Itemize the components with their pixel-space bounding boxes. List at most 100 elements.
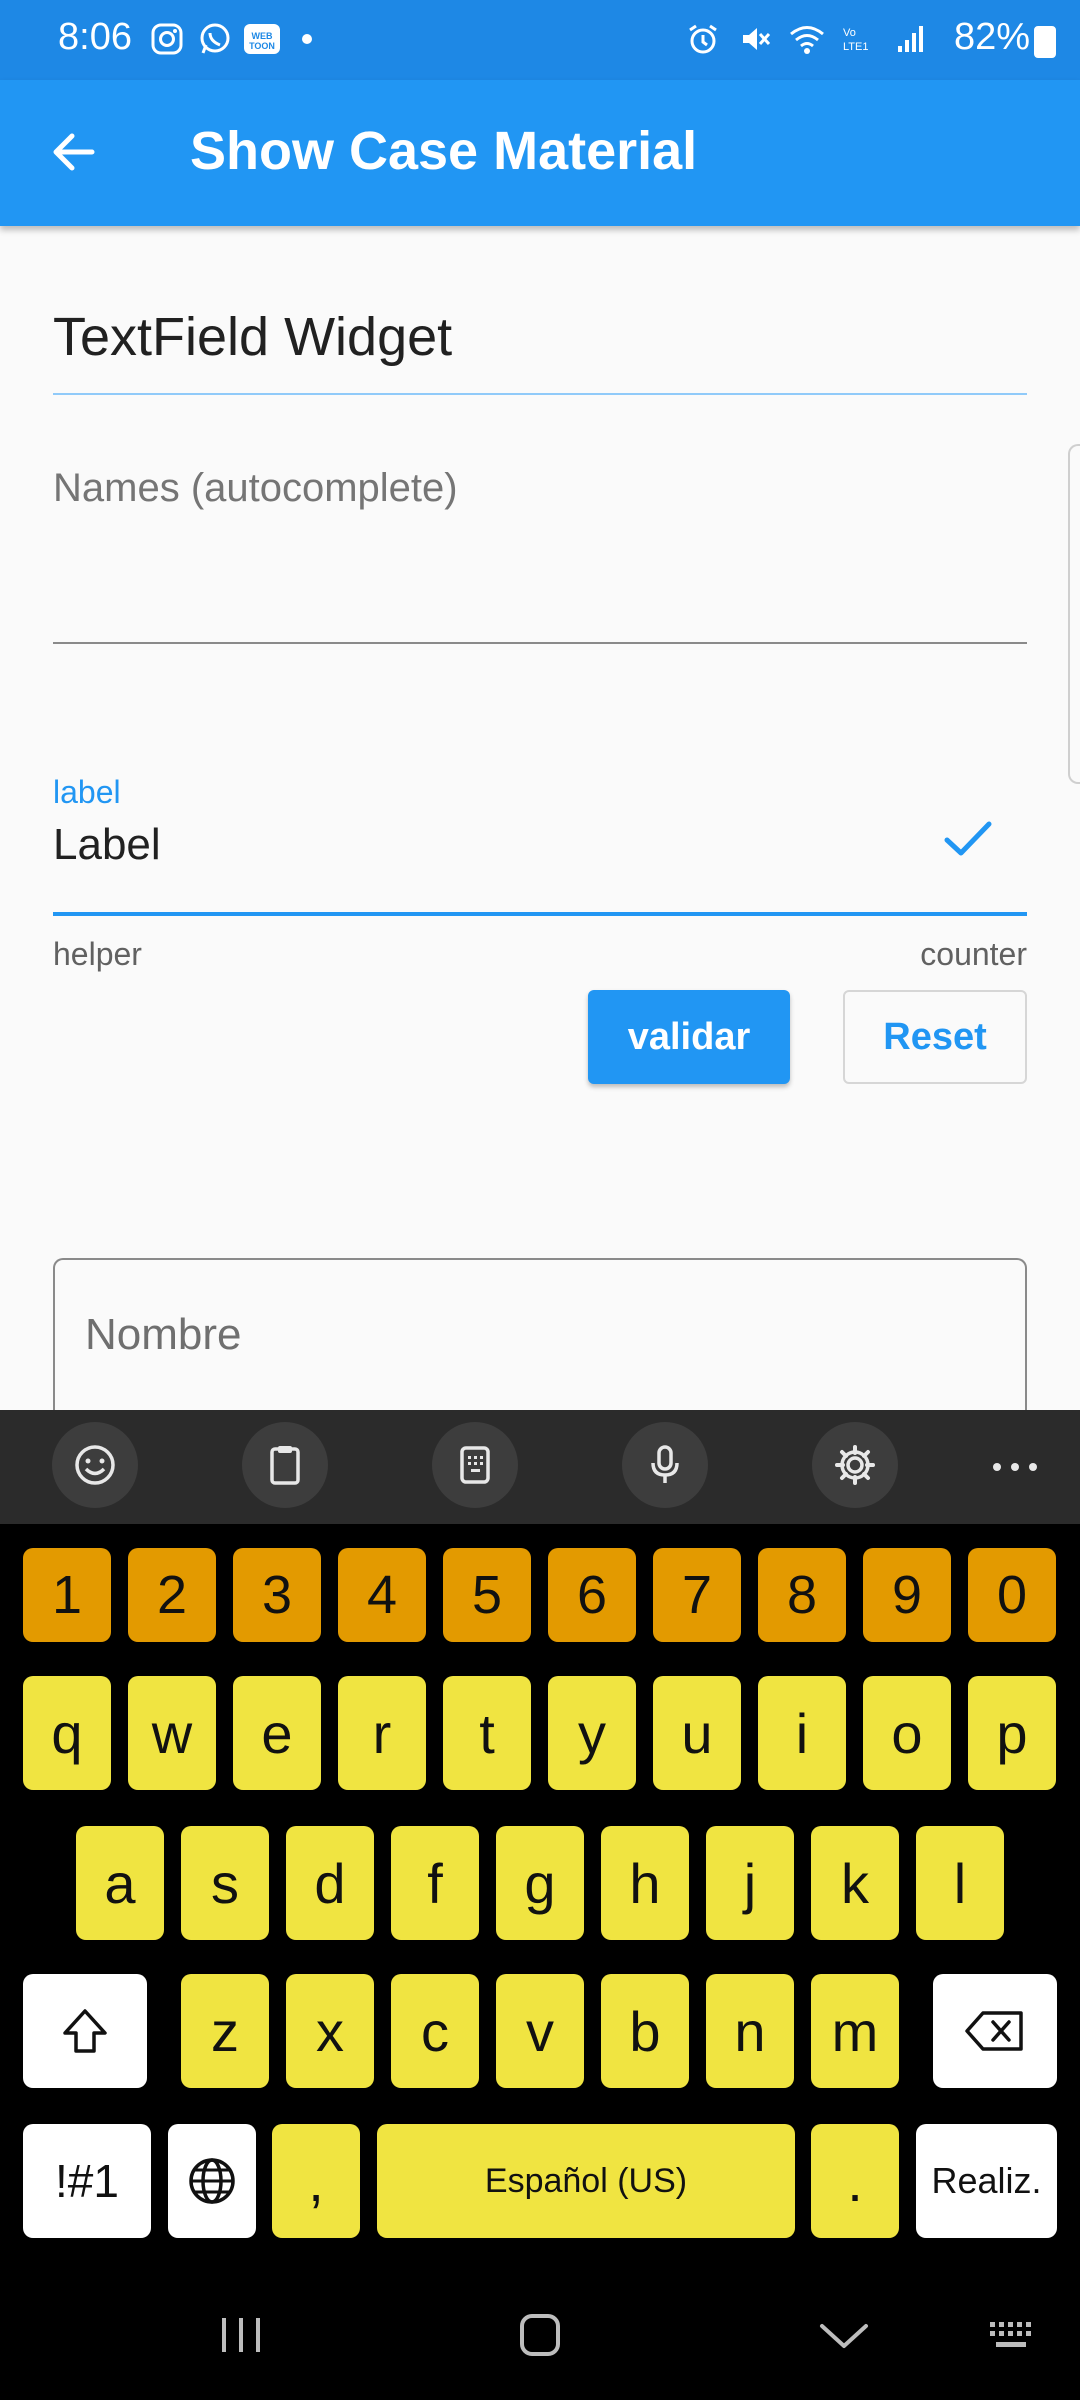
key-f[interactable]: f [391,1826,479,1940]
more-notifications-icon [302,34,312,44]
keyboard-hide-icon[interactable] [988,2320,1040,2352]
globe-icon [189,2158,235,2204]
backspace-key[interactable] [933,1974,1057,2088]
more-horizontal-icon [993,1463,1037,1471]
key-r[interactable]: r [338,1676,426,1790]
more-options-button[interactable] [980,1432,1050,1502]
status-time: 8:06 [58,16,132,58]
nombre-field[interactable]: Nombre [53,1258,1027,1418]
key-0[interactable]: 0 [968,1548,1056,1642]
key-5[interactable]: 5 [443,1548,531,1642]
validate-button[interactable]: validar [588,990,790,1084]
signal-icon [892,20,930,58]
keyboard-mode-button[interactable] [432,1422,518,1508]
app-bar: Show Case Material [0,80,1080,226]
clipboard-button[interactable] [242,1422,328,1508]
whatsapp-icon [196,20,234,58]
key-6[interactable]: 6 [548,1548,636,1642]
symbols-key[interactable]: !#1 [23,2124,151,2238]
key-2[interactable]: 2 [128,1548,216,1642]
key-3[interactable]: 3 [233,1548,321,1642]
check-icon [944,821,992,856]
back-nav-icon[interactable] [818,2320,870,2352]
key-v[interactable]: v [496,1974,584,2088]
names-autocomplete-field[interactable]: Names (autocomplete) [53,466,1027,644]
battery-percentage: 82% [953,16,1030,58]
key-o[interactable]: o [863,1676,951,1790]
key-p[interactable]: p [968,1676,1056,1790]
instagram-icon [148,20,186,58]
gear-icon [835,1445,875,1485]
names-placeholder: Names (autocomplete) [53,466,458,510]
key-l[interactable]: l [916,1826,1004,1940]
wifi-icon [788,20,826,58]
key-a[interactable]: a [76,1826,164,1940]
notification-icons: WEB TOON [148,20,312,58]
key-g[interactable]: g [496,1826,584,1940]
battery-icon [1034,26,1056,58]
voice-input-button[interactable] [622,1422,708,1508]
shift-key[interactable] [23,1974,147,2088]
section-title: TextField Widget [53,307,453,367]
key-m[interactable]: m [811,1974,899,2088]
scroll-indicator [1068,444,1080,784]
microphone-icon [651,1445,679,1483]
key-d[interactable]: d [286,1826,374,1940]
recent-apps-icon[interactable] [218,2314,264,2356]
shift-icon [63,2009,107,2053]
reset-button[interactable]: Reset [843,990,1027,1084]
helper-text: helper [53,936,142,972]
home-icon[interactable] [518,2312,562,2358]
key-t[interactable]: t [443,1676,531,1790]
comma-key[interactable]: , [272,2124,360,2238]
key-u[interactable]: u [653,1676,741,1790]
emoji-button[interactable] [52,1422,138,1508]
counter-text: counter [920,936,1027,972]
svg-text:Vo: Vo [843,27,856,39]
backspace-icon [965,2011,1023,2051]
language-key[interactable] [168,2124,256,2238]
clipboard-icon [270,1446,300,1485]
webtoon-icon: WEB TOON [244,24,280,54]
system-icons: Vo LTE1 [684,20,930,58]
key-z[interactable]: z [181,1974,269,2088]
key-9[interactable]: 9 [863,1548,951,1642]
divider [53,393,1027,395]
svg-text:LTE1: LTE1 [843,41,868,53]
keyboard-settings-button[interactable] [812,1422,898,1508]
nombre-placeholder: Nombre [85,1310,242,1359]
key-y[interactable]: y [548,1676,636,1790]
space-key[interactable]: Español (US) [377,2124,795,2238]
arrow-back-icon [53,133,95,171]
key-h[interactable]: h [601,1826,689,1940]
key-k[interactable]: k [811,1826,899,1940]
key-1[interactable]: 1 [23,1548,111,1642]
label-text-field[interactable]: label Label [53,774,1027,916]
app-title: Show Case Material [190,121,698,181]
key-e[interactable]: e [233,1676,321,1790]
key-n[interactable]: n [706,1974,794,2088]
emoji-icon [75,1445,115,1485]
main-content: TextField Widget Names (autocomplete) la… [0,226,1080,1592]
key-b[interactable]: b [601,1974,689,2088]
period-key[interactable]: . [811,2124,899,2238]
on-screen-keyboard: 1 2 3 4 5 6 7 8 9 0 q w e r t y u i o p … [0,1524,1080,2270]
label-input-value: Label [53,820,161,869]
key-x[interactable]: x [286,1974,374,2088]
key-j[interactable]: j [706,1826,794,1940]
keyboard-toolbar [0,1410,1080,1524]
done-key[interactable]: Realiz. [916,2124,1057,2238]
mute-icon [736,20,774,58]
key-c[interactable]: c [391,1974,479,2088]
alarm-icon [684,20,722,58]
key-7[interactable]: 7 [653,1548,741,1642]
key-q[interactable]: q [23,1676,111,1790]
key-i[interactable]: i [758,1676,846,1790]
key-w[interactable]: w [128,1676,216,1790]
status-bar: 8:06 WEB TOON Vo LTE1 82% [0,0,1080,80]
back-button[interactable] [44,122,104,182]
floating-label: label [53,774,121,810]
key-8[interactable]: 8 [758,1548,846,1642]
key-4[interactable]: 4 [338,1548,426,1642]
key-s[interactable]: s [181,1826,269,1940]
